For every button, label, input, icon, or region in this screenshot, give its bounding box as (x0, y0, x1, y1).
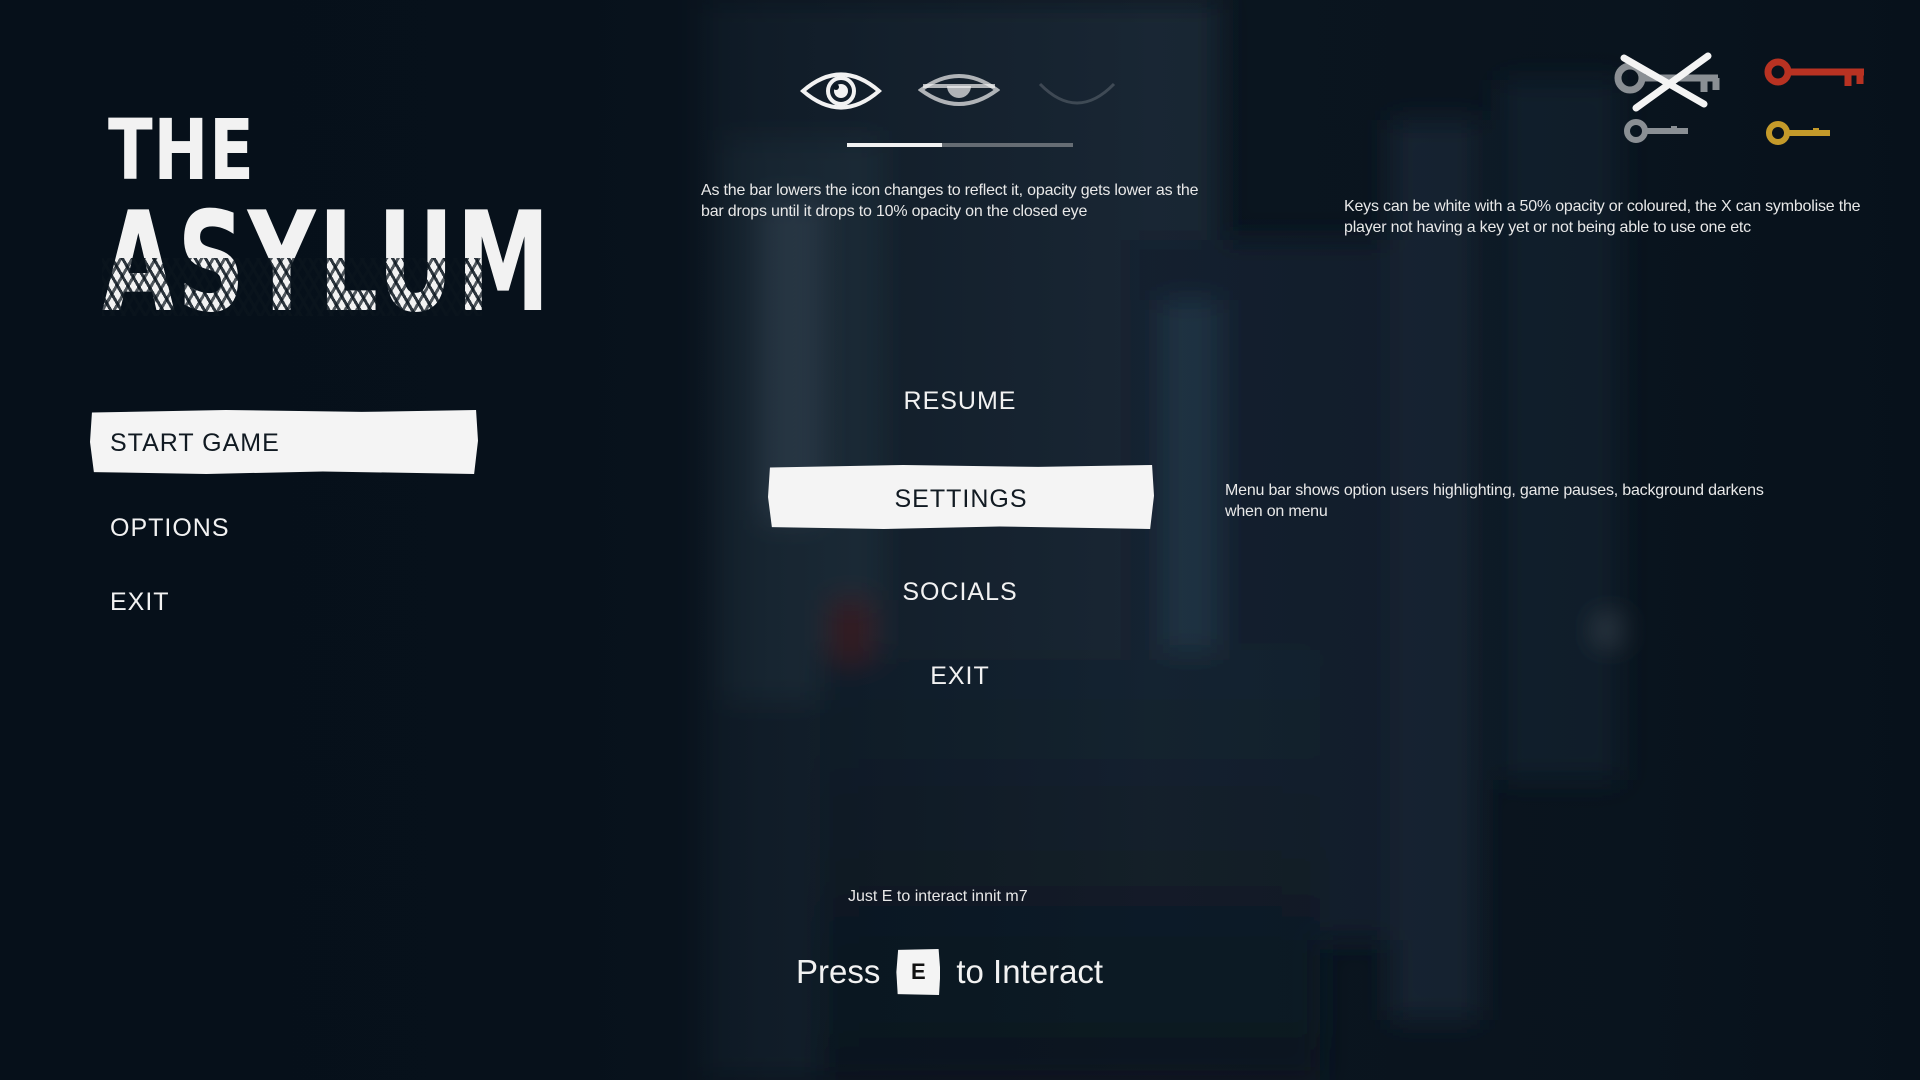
logo-title-the: THE (108, 101, 255, 199)
interact-prompt: Press E to Interact (796, 946, 1103, 998)
socials-button[interactable]: SOCIALS (770, 580, 1150, 605)
eye-indicator-note: As the bar lowers the icon changes to re… (701, 182, 1199, 220)
background-scene (0, 0, 1920, 1080)
keys-note: Keys can be white with a 50% opacity or … (1344, 198, 1861, 236)
settings-button[interactable]: SETTINGS (768, 465, 1154, 529)
key-grey-icon (1624, 119, 1688, 143)
settings-label: SETTINGS (894, 485, 1028, 513)
menu-note: Menu bar shows option users highlighting… (1225, 482, 1764, 520)
key-red-icon (1764, 58, 1864, 86)
logo-title-asylum: ASYLUM (102, 182, 553, 343)
key-gold-icon (1766, 121, 1830, 145)
interact-note: Just E to interact innit m7 (848, 888, 1028, 905)
options-button[interactable]: OPTIONS (110, 516, 230, 541)
start-game-label: START GAME (110, 429, 280, 457)
start-game-button[interactable]: START GAME (90, 410, 478, 474)
e-key-icon: E (896, 949, 941, 995)
pause-exit-button[interactable]: EXIT (770, 664, 1150, 689)
eye-open-icon (800, 72, 882, 110)
main-exit-button[interactable]: EXIT (110, 590, 170, 615)
eye-closed-icon (1038, 82, 1116, 105)
prompt-press-text: Press (796, 953, 881, 990)
eye-half-closed-icon (918, 74, 1000, 106)
prompt-action-text: to Interact (956, 953, 1104, 990)
visibility-bar-fill (847, 143, 942, 147)
visibility-bar (847, 143, 1073, 147)
key-crossed-icon (1614, 52, 1720, 112)
resume-button[interactable]: RESUME (770, 389, 1150, 414)
